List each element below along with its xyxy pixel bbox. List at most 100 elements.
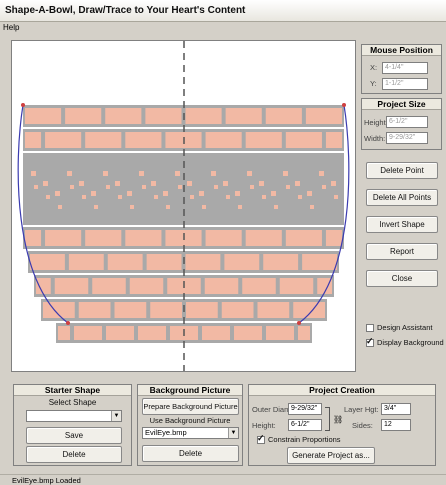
brick — [54, 278, 89, 294]
brick — [114, 302, 147, 318]
report-button[interactable]: Report — [366, 243, 438, 260]
shape-point — [297, 321, 301, 325]
mouse-y-field: 1-1/2" — [382, 78, 428, 90]
brick — [305, 108, 342, 124]
sides-label: Sides: — [352, 421, 373, 430]
brick — [65, 108, 102, 124]
pattern-cell — [322, 185, 326, 189]
display-background-checkbox[interactable]: Display Background — [366, 336, 444, 347]
link-proportions-icon — [325, 407, 330, 431]
brick — [45, 132, 82, 148]
brick — [266, 326, 294, 340]
brick — [225, 108, 262, 124]
delete-all-points-button[interactable]: Delete All Points — [366, 189, 438, 206]
drawing-canvas[interactable] — [11, 40, 356, 372]
brick — [205, 132, 242, 148]
delete-shape-button[interactable]: Delete — [26, 446, 122, 463]
pattern-cell — [115, 181, 120, 186]
brick — [25, 132, 42, 148]
bowl-drawing[interactable] — [12, 41, 355, 371]
pattern-cell — [82, 195, 86, 199]
display-background-box[interactable] — [366, 336, 374, 347]
mouse-y-label: Y: — [370, 79, 377, 88]
constrain-proportions-checkbox[interactable]: Constrain Proportions — [257, 433, 341, 444]
brick — [145, 108, 182, 124]
design-assistant-box[interactable] — [366, 323, 374, 332]
brick — [279, 278, 314, 294]
outer-diam-field[interactable]: 9-29/32" — [288, 403, 322, 415]
constrain-proportions-box[interactable] — [257, 433, 265, 444]
brick — [298, 326, 310, 340]
brick — [105, 108, 142, 124]
pattern-cell — [118, 195, 122, 199]
pattern-cell — [55, 191, 60, 196]
creation-height-field[interactable]: 6-1/2" — [288, 419, 322, 431]
prepare-background-button[interactable]: Prepare Background Picture — [142, 398, 239, 415]
pattern-cell — [250, 185, 254, 189]
brick — [265, 108, 302, 124]
invert-shape-button[interactable]: Invert Shape — [366, 216, 438, 233]
design-assistant-checkbox[interactable]: Design Assistant — [366, 323, 432, 332]
brick — [68, 254, 104, 270]
shape-select[interactable]: ▼ — [26, 410, 122, 422]
delete-point-button[interactable]: Delete Point — [366, 162, 438, 179]
generate-project-button[interactable]: Generate Project as... — [287, 447, 375, 464]
brick — [150, 302, 182, 318]
brick — [125, 132, 162, 148]
brick — [30, 254, 65, 270]
pattern-cell — [139, 171, 144, 176]
status-bar: EvilEye.bmp Loaded — [0, 474, 446, 485]
background-select[interactable]: EvilEye.bmp ▼ — [142, 427, 239, 439]
pattern-cell — [211, 171, 216, 176]
sides-field[interactable]: 12 — [381, 419, 411, 431]
pattern-cell — [175, 171, 180, 176]
pattern-cell — [103, 171, 108, 176]
brick — [263, 254, 299, 270]
pattern-cell — [214, 185, 218, 189]
brick — [45, 230, 82, 246]
brick — [85, 230, 122, 246]
pattern-cell — [43, 181, 48, 186]
pattern-cell — [154, 195, 158, 199]
save-shape-button[interactable]: Save — [26, 427, 122, 444]
mouse-x-label: X: — [370, 63, 378, 72]
pattern-cell — [238, 205, 242, 209]
pattern-cell — [283, 171, 288, 176]
brick — [202, 326, 230, 340]
brick — [85, 132, 122, 148]
brick — [185, 108, 222, 124]
close-button[interactable]: Close — [366, 270, 438, 287]
pattern-cell — [79, 181, 84, 186]
project-creation-panel: Project Creation Outer Diam: 9-29/32" He… — [248, 384, 436, 466]
brick — [185, 254, 221, 270]
delete-background-button[interactable]: Delete — [142, 445, 239, 462]
pattern-cell — [163, 191, 168, 196]
project-width-label: Width: — [364, 134, 386, 143]
pattern-cell — [70, 185, 74, 189]
pattern-cell — [235, 191, 240, 196]
layer-hgt-label: Layer Hgt: — [344, 405, 379, 414]
pattern-cell — [199, 191, 204, 196]
brick — [58, 326, 70, 340]
background-select-value: EvilEye.bmp — [145, 428, 187, 437]
brick — [325, 132, 342, 148]
display-background-label: Display Background — [377, 338, 444, 347]
pattern-cell — [223, 181, 228, 186]
pattern-cell — [190, 195, 194, 199]
project-size-panel: Project Size Height: 6-1/2" Width: 9-29/… — [361, 98, 442, 150]
design-assistant-label: Design Assistant — [377, 323, 433, 332]
menu-help[interactable]: Help — [3, 23, 19, 32]
brick — [257, 302, 290, 318]
project-width-field: 9-29/32" — [386, 132, 428, 144]
pattern-cell — [202, 205, 206, 209]
shape-point — [66, 321, 70, 325]
title-bar: Shape-A-Bowl, Draw/Trace to Your Heart's… — [0, 0, 446, 22]
pattern-cell — [178, 185, 182, 189]
chevron-down-icon[interactable]: ▼ — [228, 428, 238, 438]
mouse-x-field: 4-1/4" — [382, 62, 428, 74]
layer-hgt-field[interactable]: 3/4" — [381, 403, 411, 415]
mouse-position-header: Mouse Position — [362, 45, 441, 56]
pattern-cell — [31, 171, 36, 176]
brick — [92, 278, 126, 294]
chevron-down-icon[interactable]: ▼ — [111, 411, 121, 421]
